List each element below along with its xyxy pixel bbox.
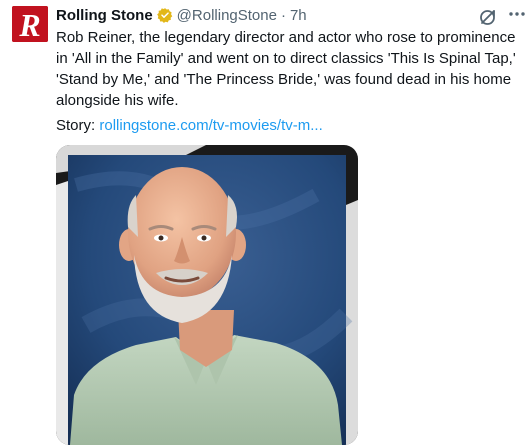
tweet-text: Rob Reiner, the legendary director and a… xyxy=(56,29,516,109)
more-options-icon[interactable] xyxy=(506,6,528,28)
svg-text:R: R xyxy=(18,7,40,42)
verified-badge-icon xyxy=(156,7,173,23)
story-line: Story: rollingstone.com/tv-movies/tv-m..… xyxy=(56,116,323,136)
tweet-header: Rolling Stone @RollingStone · 7h xyxy=(56,5,307,25)
timestamp[interactable]: 7h xyxy=(290,7,307,24)
tweet-image[interactable] xyxy=(56,145,358,445)
separator-dot: · xyxy=(280,6,286,24)
avatar[interactable]: R xyxy=(12,6,48,42)
story-link[interactable]: rollingstone.com/tv-movies/tv-m... xyxy=(99,117,322,134)
display-name[interactable]: Rolling Stone xyxy=(56,7,153,24)
grok-icon[interactable] xyxy=(478,7,498,27)
story-label: Story: xyxy=(56,117,96,134)
user-handle[interactable]: @RollingStone xyxy=(177,7,277,24)
